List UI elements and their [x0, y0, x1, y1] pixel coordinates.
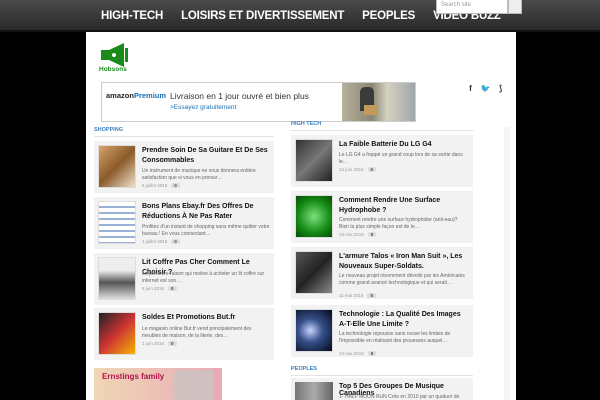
article-meta: 1 juin 2016 0	[142, 341, 177, 346]
article-date: 1 juillet 2016	[142, 239, 168, 244]
search-button[interactable]	[508, 0, 522, 14]
hightech-column: HIGH TECH La Faible Batterie Du LG G4 Le…	[291, 121, 473, 357]
comment-count[interactable]: 0	[367, 232, 377, 237]
logo-text[interactable]: Hobsons	[99, 66, 127, 73]
comment-count[interactable]: 0	[168, 286, 177, 291]
comment-count[interactable]: 0	[367, 293, 376, 298]
article-date: 12 juin 2015	[339, 167, 364, 172]
ad-image	[174, 370, 214, 400]
article-card[interactable]: Bons Plans Ebay.fr Des Offres De Réducti…	[94, 197, 274, 249]
nav-item-peoples[interactable]: PEOPLES	[353, 0, 424, 32]
article-thumbnail[interactable]	[295, 251, 333, 294]
banner-brand-b: Premium	[133, 91, 167, 100]
page-content: Hobsons amazonPremium Livraison en 1 jou…	[86, 32, 516, 400]
article-card[interactable]: Prendre Soin De Sa Guitare Et De Ses Con…	[94, 141, 274, 193]
comment-count[interactable]: 0	[168, 341, 177, 346]
article-title[interactable]: L'armure Talos « Iron Man Suit », Les No…	[339, 252, 467, 271]
article-meta: 10 mai 2015 0	[339, 351, 377, 356]
article-excerpt: Le LG G4 a frappé un grand coup lors de …	[339, 152, 463, 165]
banner-brand: amazonPremium	[106, 91, 166, 100]
article-thumbnail[interactable]	[98, 257, 136, 300]
comment-count[interactable]: 0	[367, 167, 377, 172]
article-card[interactable]: Soldes Et Promotions But.fr Le magasin o…	[94, 308, 274, 360]
article-card[interactable]: Top 5 Des Groupes De Musique Canadiens 1…	[291, 378, 473, 400]
article-card[interactable]: Lit Coffre Pas Cher Comment Le Choisir ?…	[94, 253, 274, 305]
section-title-peoples[interactable]: PEOPLES	[291, 366, 473, 376]
article-title[interactable]: Bons Plans Ebay.fr Des Offres De Réducti…	[142, 202, 270, 221]
article-date: 10 mai 2015	[339, 351, 364, 356]
rss-icon[interactable]: ⟆	[494, 82, 507, 95]
article-excerpt: La technologie repousse sans cesse les l…	[339, 331, 451, 344]
article-meta: 5 juillet 2016 0	[142, 183, 180, 188]
article-thumbnail[interactable]	[295, 139, 333, 182]
article-meta: 12 juin 2015 0	[339, 167, 377, 172]
article-excerpt: La première raison qui motive à acheter …	[142, 271, 265, 284]
comment-count[interactable]: 0	[171, 183, 180, 188]
article-title[interactable]: Comment Rendre Une Surface Hydrophobe ?	[339, 196, 467, 215]
article-date: 15 mai 2015	[339, 232, 364, 237]
article-card[interactable]: La Faible Batterie Du LG G4 Le LG G4 a f…	[291, 135, 473, 187]
article-excerpt: Le nouveau projet récemment dévoilé par …	[339, 273, 465, 286]
content-scrollbar[interactable]	[504, 127, 510, 400]
banner-brand-a: amazon	[106, 91, 134, 100]
section-title-shopping[interactable]: SHOPPING	[94, 127, 274, 137]
facebook-icon[interactable]: f	[464, 82, 477, 95]
banner-link[interactable]: >Essayez gratuitement	[170, 104, 236, 111]
search-input[interactable]: Search site	[436, 0, 508, 14]
banner-photo	[342, 83, 415, 121]
article-title[interactable]: Technologie : La Qualité Des Images A-T-…	[339, 310, 467, 329]
article-thumbnail[interactable]	[98, 145, 136, 188]
shopping-column: SHOPPING Prendre Soin De Sa Guitare Et D…	[94, 127, 274, 360]
twitter-icon[interactable]: 🐦	[479, 82, 492, 95]
article-thumbnail[interactable]	[98, 201, 136, 244]
amazon-premium-banner[interactable]: amazonPremium Livraison en 1 jour ouvré …	[101, 82, 416, 122]
article-card[interactable]: L'armure Talos « Iron Man Suit », Les No…	[291, 247, 473, 299]
ernstings-ad[interactable]: Ernstings family	[94, 368, 222, 400]
article-excerpt: Le magasin online But.fr vend principale…	[142, 326, 252, 339]
social-icons: f 🐦 ⟆	[464, 82, 508, 96]
article-card[interactable]: Technologie : La Qualité Des Images A-T-…	[291, 305, 473, 357]
article-thumbnail[interactable]	[295, 382, 333, 400]
article-meta: 6 juin 2016 0	[142, 286, 177, 291]
nav-item-high-tech[interactable]: HIGH-TECH	[92, 0, 172, 32]
article-title[interactable]: La Faible Batterie Du LG G4	[339, 140, 467, 150]
article-thumbnail[interactable]	[98, 312, 136, 355]
article-excerpt: 1- HALF MOON RUN Crée en 2010 par un qua…	[339, 394, 460, 400]
article-excerpt: Comment rendre une surface hydrophobe (a…	[339, 217, 458, 230]
banner-package	[364, 105, 378, 115]
ad-text: Ernstings family	[102, 372, 165, 381]
comment-count[interactable]: 0	[367, 351, 377, 356]
article-date: 6 juin 2016	[142, 286, 165, 291]
article-excerpt: Un instrument de musique ne vous donnera…	[142, 168, 256, 181]
comment-count[interactable]: 0	[171, 239, 180, 244]
article-meta: 15 mai 2015 0	[339, 232, 377, 237]
article-thumbnail[interactable]	[295, 309, 333, 352]
article-meta: 1 juillet 2016 0	[142, 239, 180, 244]
article-thumbnail[interactable]	[295, 195, 333, 238]
article-date: 11 mai 2015	[339, 293, 364, 298]
article-meta: 11 mai 2015 0	[339, 293, 376, 298]
banner-headline: Livraison en 1 jour ouvré et bien plus	[170, 91, 309, 101]
article-date: 1 juin 2016	[142, 341, 165, 346]
article-card[interactable]: Comment Rendre Une Surface Hydrophobe ? …	[291, 191, 473, 243]
article-date: 5 juillet 2016	[142, 183, 168, 188]
section-title-hightech[interactable]: HIGH TECH	[291, 121, 473, 131]
article-title[interactable]: Soldes Et Promotions But.fr	[142, 313, 270, 323]
nav-item-loisirs[interactable]: LOISIRS ET DIVERTISSEMENT	[172, 0, 353, 32]
article-title[interactable]: Prendre Soin De Sa Guitare Et De Ses Con…	[142, 146, 270, 165]
article-excerpt: Profitez d'un instant de shopping sans m…	[142, 224, 270, 237]
